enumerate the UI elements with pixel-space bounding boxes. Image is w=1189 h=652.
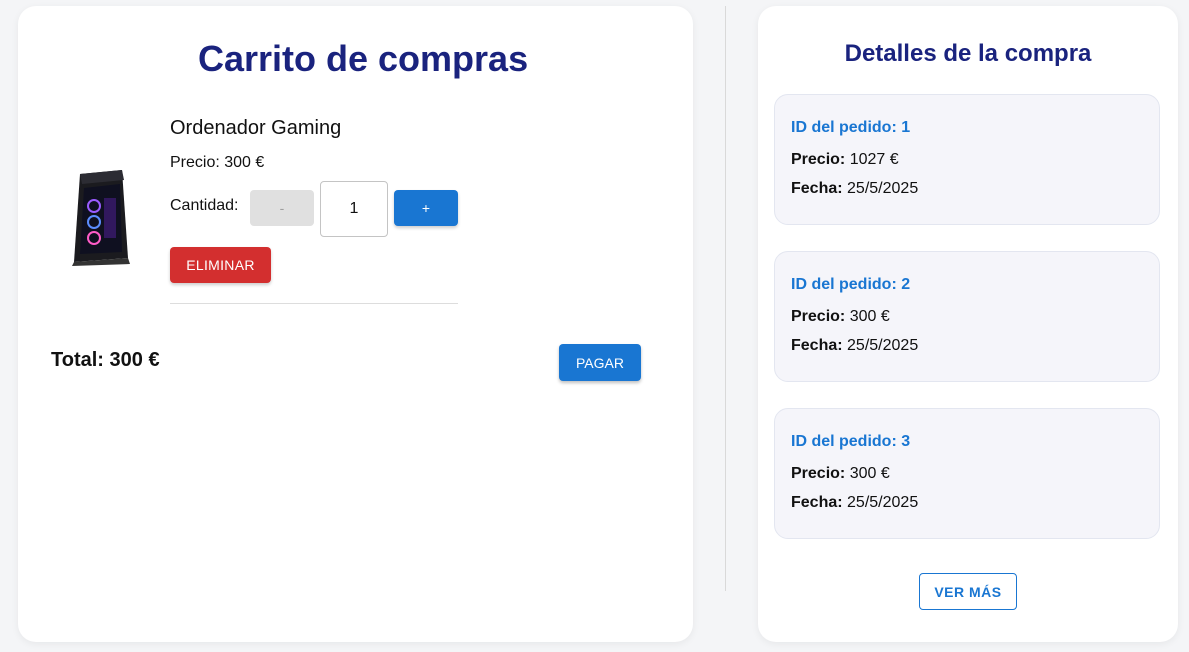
quantity-label: Cantidad: xyxy=(170,197,239,214)
order-id: ID del pedido: 1 xyxy=(791,119,910,137)
order-id: ID del pedido: 2 xyxy=(791,276,910,294)
order-price: Precio: 300 € xyxy=(791,308,890,326)
order-card: ID del pedido: 2 Precio: 300 € Fecha: 25… xyxy=(774,251,1160,382)
order-date: Fecha: 25/5/2025 xyxy=(791,494,918,512)
order-date-label: Fecha: xyxy=(791,494,843,511)
order-price: Precio: 300 € xyxy=(791,465,890,483)
purchase-details-panel: Detalles de la compra ID del pedido: 1 P… xyxy=(758,6,1178,642)
quantity-input[interactable] xyxy=(320,181,388,237)
total-label: Total: xyxy=(51,349,104,371)
price-label: Precio: xyxy=(170,154,220,171)
details-title: Detalles de la compra xyxy=(844,40,1092,67)
order-price-value: 1027 € xyxy=(849,151,899,168)
order-date: Fecha: 25/5/2025 xyxy=(791,337,918,355)
cart-panel: Carrito de compras Ordenador Gaming Prec… xyxy=(18,6,693,642)
order-id-value: 2 xyxy=(901,276,911,293)
product-price: Precio: 300 € xyxy=(170,154,264,172)
item-divider xyxy=(170,303,458,304)
order-price-label: Precio: xyxy=(791,151,846,168)
order-id-label: ID del pedido: xyxy=(791,276,897,293)
order-id-value: 1 xyxy=(901,119,911,136)
order-card: ID del pedido: 1 Precio: 1027 € Fecha: 2… xyxy=(774,94,1160,225)
order-price-label: Precio: xyxy=(791,465,846,482)
order-id-value: 3 xyxy=(901,433,911,450)
order-price: Precio: 1027 € xyxy=(791,151,899,169)
see-more-button[interactable]: VER MÁS xyxy=(919,573,1017,610)
cart-total: Total: 300 € xyxy=(51,349,160,372)
order-card: ID del pedido: 3 Precio: 300 € Fecha: 25… xyxy=(774,408,1160,539)
order-date-value: 25/5/2025 xyxy=(847,337,919,354)
order-price-value: 300 € xyxy=(849,308,890,325)
order-date-label: Fecha: xyxy=(791,337,843,354)
panel-divider xyxy=(725,6,726,591)
delete-item-button[interactable]: ELIMINAR xyxy=(170,247,271,283)
gaming-pc-tower-image xyxy=(66,166,136,266)
order-price-label: Precio: xyxy=(791,308,846,325)
increase-quantity-button[interactable]: + xyxy=(394,190,458,226)
cart-title: Carrito de compras xyxy=(198,38,529,79)
order-date-value: 25/5/2025 xyxy=(847,494,919,511)
price-value: 300 € xyxy=(224,154,265,171)
order-date: Fecha: 25/5/2025 xyxy=(791,180,918,198)
order-id: ID del pedido: 3 xyxy=(791,433,910,451)
order-date-value: 25/5/2025 xyxy=(847,180,919,197)
pay-button[interactable]: PAGAR xyxy=(559,344,641,381)
decrease-quantity-button[interactable]: - xyxy=(250,190,314,226)
order-price-value: 300 € xyxy=(849,465,890,482)
order-date-label: Fecha: xyxy=(791,180,843,197)
product-name: Ordenador Gaming xyxy=(170,117,342,139)
order-id-label: ID del pedido: xyxy=(791,433,897,450)
order-id-label: ID del pedido: xyxy=(791,119,897,136)
total-value: 300 € xyxy=(109,349,160,371)
